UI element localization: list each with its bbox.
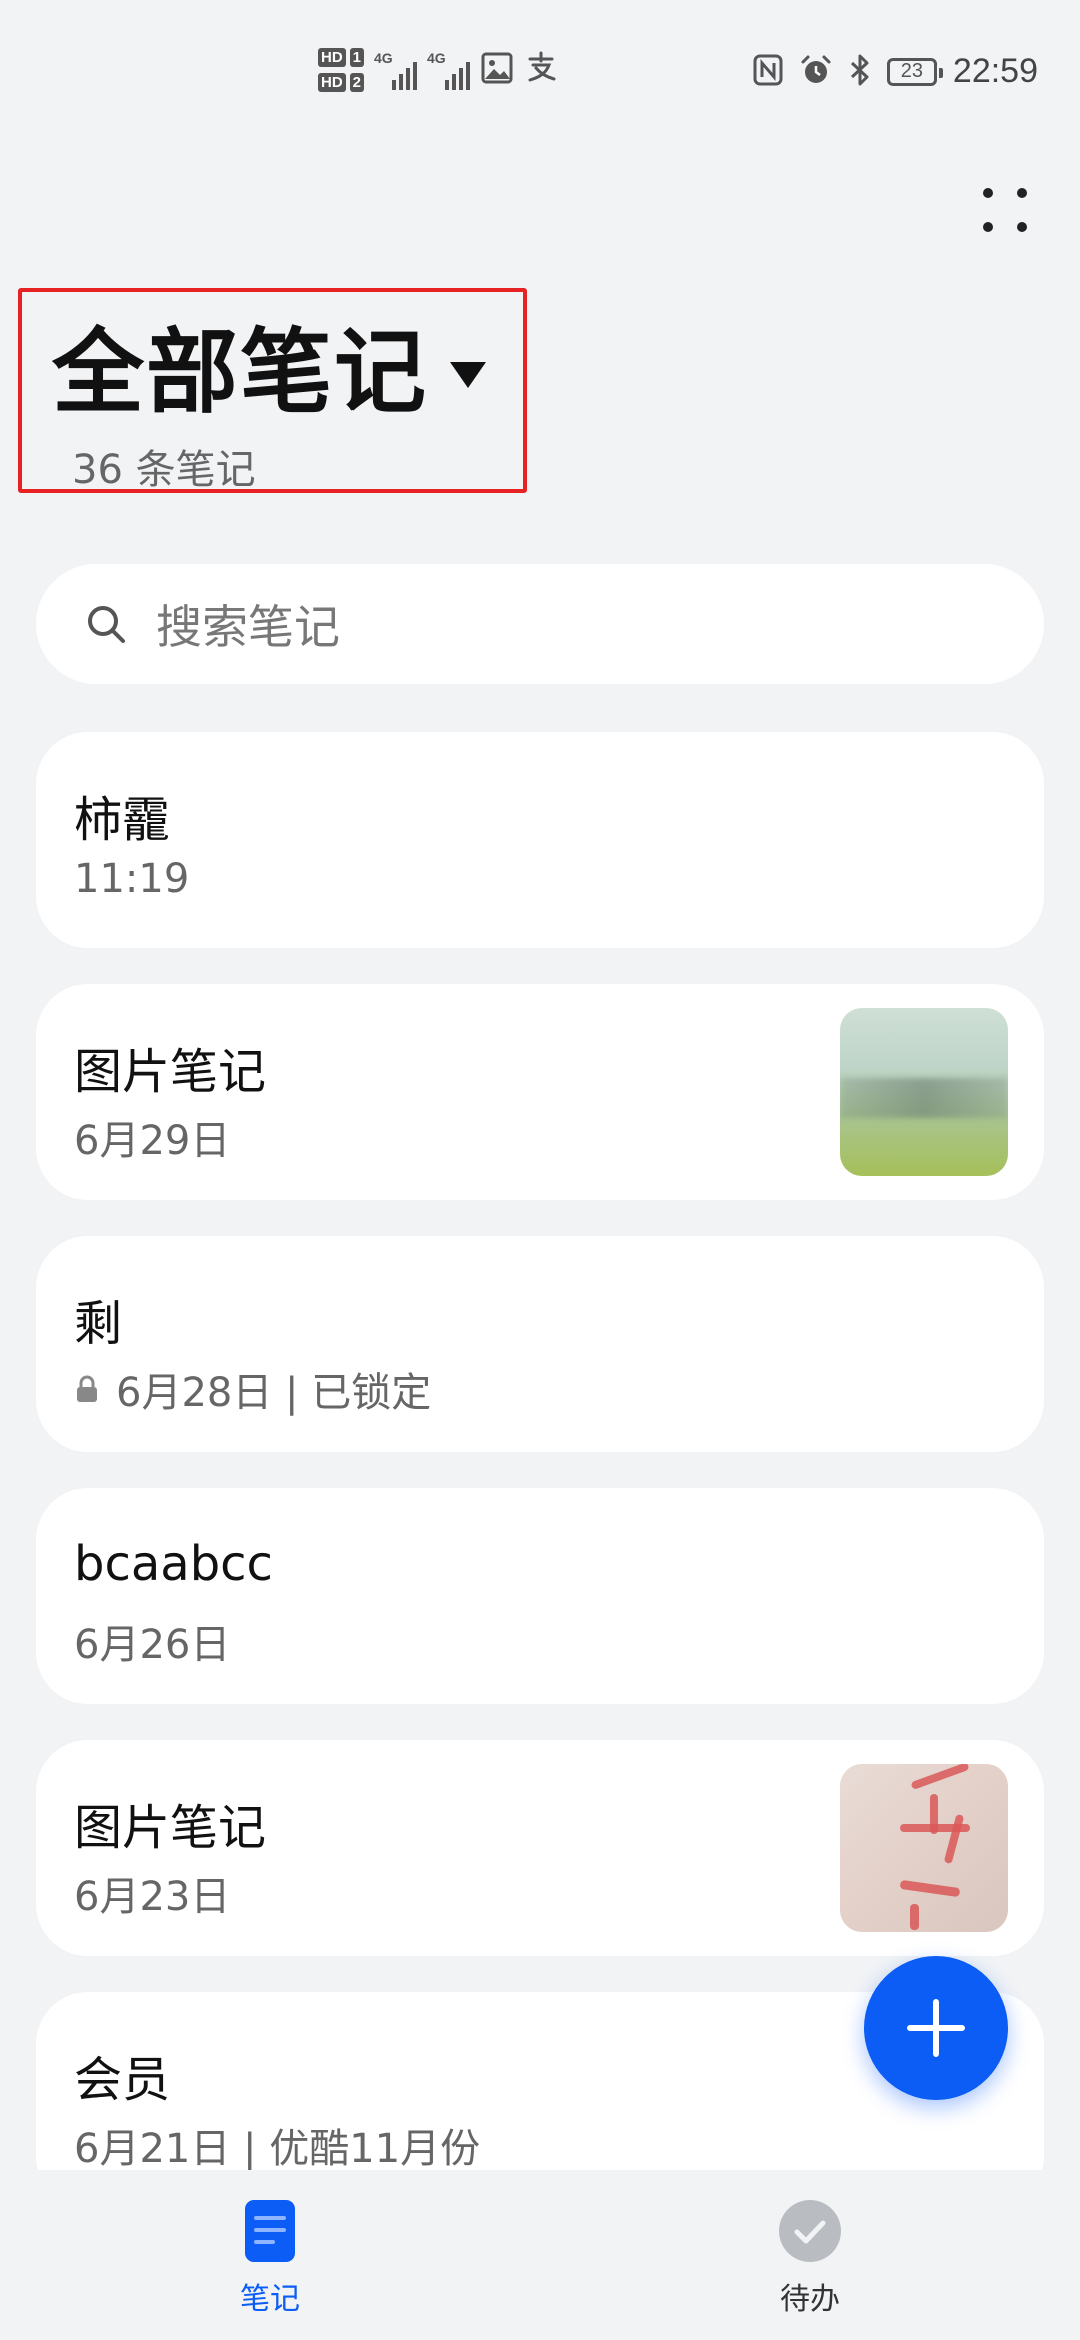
note-card[interactable]: 图片笔记 6月23日 bbox=[36, 1740, 1044, 1956]
tab-notes-label: 笔记 bbox=[240, 2282, 300, 2317]
note-image-thumbnail bbox=[840, 1008, 1008, 1176]
dropdown-caret-icon bbox=[450, 361, 487, 388]
sim-1-badge: 1 bbox=[349, 48, 365, 67]
nfc-icon bbox=[753, 54, 783, 90]
note-title: 图片笔记 bbox=[74, 1800, 267, 1856]
bluetooth-icon bbox=[849, 53, 871, 91]
folder-selector[interactable]: 全部笔记 bbox=[52, 319, 487, 426]
note-meta: 11:19 bbox=[74, 856, 189, 902]
note-meta: 6月23日 bbox=[74, 1864, 230, 1922]
note-date: 6月26日 bbox=[74, 1622, 231, 1668]
note-card-locked[interactable]: 剩 6月28日 | 已锁定 bbox=[36, 1236, 1044, 1452]
status-left-group: HD 1 HD 2 4G 4G bbox=[318, 48, 558, 92]
alipay-notification-icon bbox=[524, 49, 558, 91]
search-bar[interactable]: 搜索笔记 bbox=[36, 564, 1044, 684]
network-type-1: 4G bbox=[374, 50, 393, 66]
note-meta: 6月29日 bbox=[74, 1108, 230, 1166]
signal-1-icon: 4G bbox=[374, 50, 418, 90]
network-type-2: 4G bbox=[427, 50, 446, 66]
plus-icon bbox=[907, 1999, 965, 2057]
hd-sim-indicators: HD 1 HD 2 bbox=[318, 48, 365, 92]
note-date: 6月29日 bbox=[74, 1118, 231, 1164]
note-card[interactable]: bcaabcc 6月26日 bbox=[36, 1488, 1044, 1704]
more-dots-icon bbox=[983, 188, 1027, 232]
note-title: 图片笔记 bbox=[74, 1044, 267, 1100]
note-meta: 6月26日 bbox=[74, 1612, 230, 1670]
search-icon bbox=[76, 594, 136, 654]
note-date: 6月28日 | 已锁定 bbox=[116, 1370, 432, 1416]
tab-notes[interactable]: 笔记 bbox=[170, 2198, 370, 2318]
note-title: 柿靇 bbox=[74, 792, 171, 848]
note-date: 6月23日 bbox=[74, 1874, 231, 1920]
note-date: 6月21日 | 优酷11月份 bbox=[74, 2126, 481, 2172]
note-title: 会员 bbox=[74, 2052, 171, 2108]
status-right-group: 23 22:59 bbox=[753, 52, 1038, 91]
hd-badge-1: HD bbox=[318, 48, 346, 67]
note-image-thumbnail bbox=[840, 1764, 1008, 1932]
note-card[interactable]: 图片笔记 6月29日 bbox=[36, 984, 1044, 1200]
new-note-button[interactable] bbox=[864, 1956, 1008, 2100]
battery-icon: 23 bbox=[886, 57, 943, 86]
search-input[interactable]: 搜索笔记 bbox=[156, 591, 340, 657]
note-date: 11:19 bbox=[74, 856, 190, 902]
todo-check-icon bbox=[779, 2200, 841, 2262]
note-card[interactable]: 柿靇 11:19 bbox=[36, 732, 1044, 948]
more-options-button[interactable] bbox=[960, 170, 1050, 250]
tab-todo-label: 待办 bbox=[780, 2282, 840, 2317]
note-meta: 6月28日 | 已锁定 bbox=[74, 1360, 431, 1418]
note-title: 剩 bbox=[74, 1296, 123, 1352]
notes-tab-icon bbox=[245, 2200, 295, 2262]
sim-2-badge: 2 bbox=[349, 73, 365, 92]
status-time: 22:59 bbox=[952, 52, 1038, 90]
tab-todo[interactable]: 待办 bbox=[710, 2198, 910, 2318]
signal-2-icon: 4G bbox=[427, 50, 471, 90]
lock-icon bbox=[74, 1374, 100, 1404]
note-meta: 6月21日 | 优酷11月份 bbox=[74, 2116, 480, 2174]
note-count: 36 条笔记 bbox=[72, 447, 256, 493]
note-title: bcaabcc bbox=[74, 1536, 273, 1592]
hd-badge-2: HD bbox=[318, 73, 346, 92]
gallery-notification-icon bbox=[480, 51, 514, 89]
page-title: 全部笔记 bbox=[52, 319, 429, 426]
battery-level: 23 bbox=[900, 60, 924, 82]
status-bar: HD 1 HD 2 4G 4G 23 22:59 bbox=[0, 0, 1080, 130]
alarm-icon bbox=[799, 53, 833, 91]
bottom-navigation: 笔记 待办 bbox=[0, 2170, 1080, 2340]
